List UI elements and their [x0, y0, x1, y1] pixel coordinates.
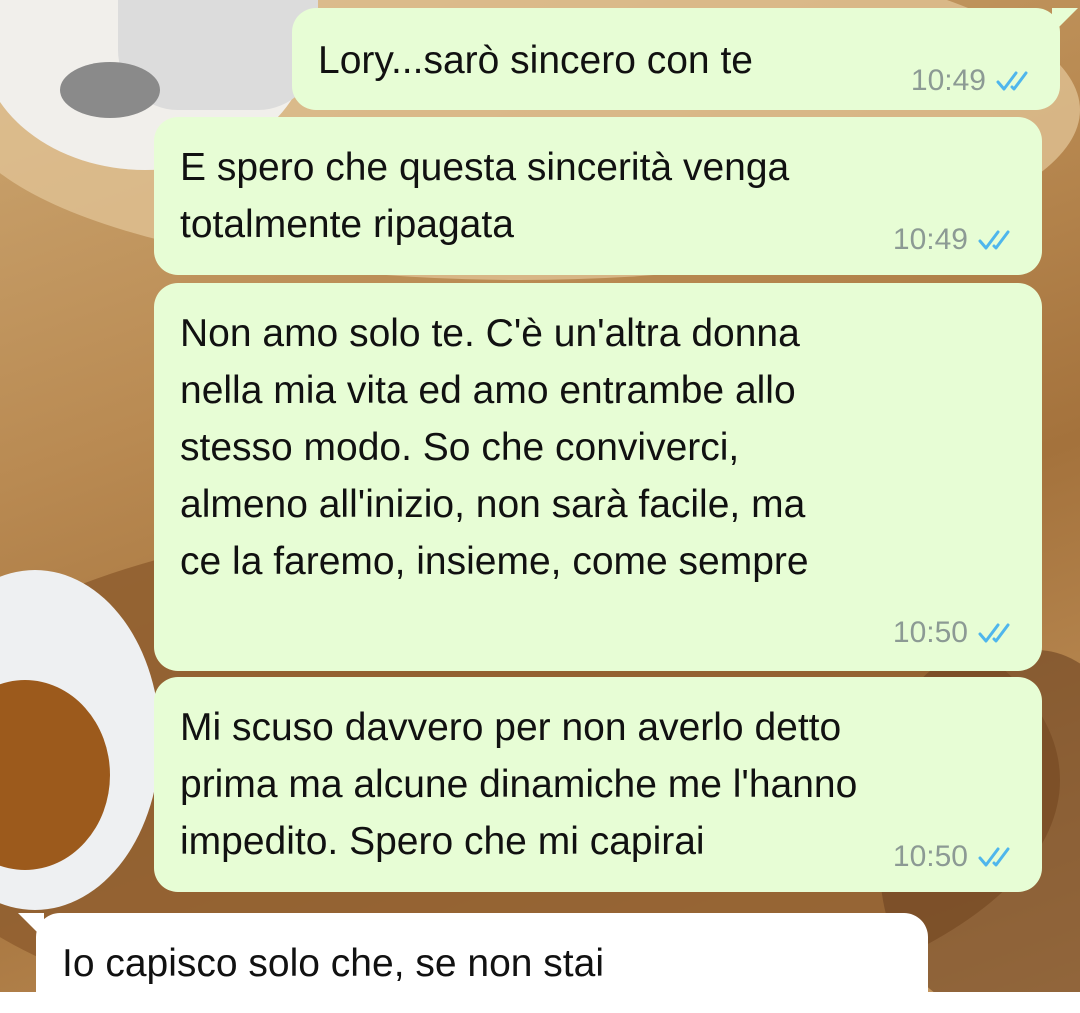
message-line: E spero che questa sincerità venga — [180, 146, 790, 189]
message-line: nella mia vita ed amo entrambe allo — [180, 369, 796, 412]
message-line: Mi scuso davvero per non averlo detto — [180, 706, 842, 749]
message-line: stesso modo. So che conviverci, — [180, 426, 740, 469]
message-line: totalmente ripagata — [180, 203, 514, 246]
wallpaper-spoon — [60, 62, 160, 118]
double-check-icon — [996, 71, 1028, 91]
bubble-tail — [18, 913, 44, 939]
message-line: Non amo solo te. C'è un'altra donna — [180, 312, 800, 355]
message-meta: 10:49 — [911, 64, 1036, 98]
message-line: prima ma alcune dinamiche me l'hanno — [180, 763, 858, 806]
message-timestamp: 10:50 — [892, 616, 968, 649]
message-meta: 10:50 — [893, 616, 1018, 650]
bubble-tail — [1052, 8, 1078, 34]
message-timestamp: 10:50 — [892, 840, 968, 873]
message-bubble-outgoing[interactable]: E spero che questa sincerità venga totalm… — [154, 117, 1042, 275]
message-text: Mi scuso davvero per non averlo detto pri… — [180, 699, 857, 870]
message-text: Non amo solo te. C'è un'altra donna nella… — [180, 305, 809, 590]
double-check-icon — [978, 230, 1010, 250]
double-check-icon — [978, 847, 1010, 867]
message-timestamp: 10:49 — [892, 223, 968, 256]
message-text: Lory...sarò sincero con te — [318, 39, 753, 82]
message-bubble-incoming[interactable]: Io capisco solo che, se non stai — [18, 913, 928, 1013]
message-line: almeno all'inizio, non sarà facile, ma — [180, 483, 806, 526]
message-timestamp: 10:49 — [910, 64, 986, 97]
message-line: ce la faremo, insieme, come sempre — [180, 540, 809, 583]
message-line: impedito. Spero che mi capirai — [180, 820, 705, 863]
message-meta: 10:50 — [893, 840, 1018, 874]
message-bubble-outgoing[interactable]: Lory...sarò sincero con te 10:49 — [292, 8, 1078, 110]
message-text: E spero che questa sincerità venga totalm… — [180, 139, 789, 253]
message-bubble-outgoing[interactable]: Mi scuso davvero per non averlo detto pri… — [154, 677, 1042, 892]
double-check-icon — [978, 623, 1010, 643]
message-text: Io capisco solo che, se non stai — [62, 942, 604, 985]
message-bubble-outgoing[interactable]: Non amo solo te. C'è un'altra donna nella… — [154, 283, 1042, 671]
message-meta: 10:49 — [893, 223, 1018, 257]
